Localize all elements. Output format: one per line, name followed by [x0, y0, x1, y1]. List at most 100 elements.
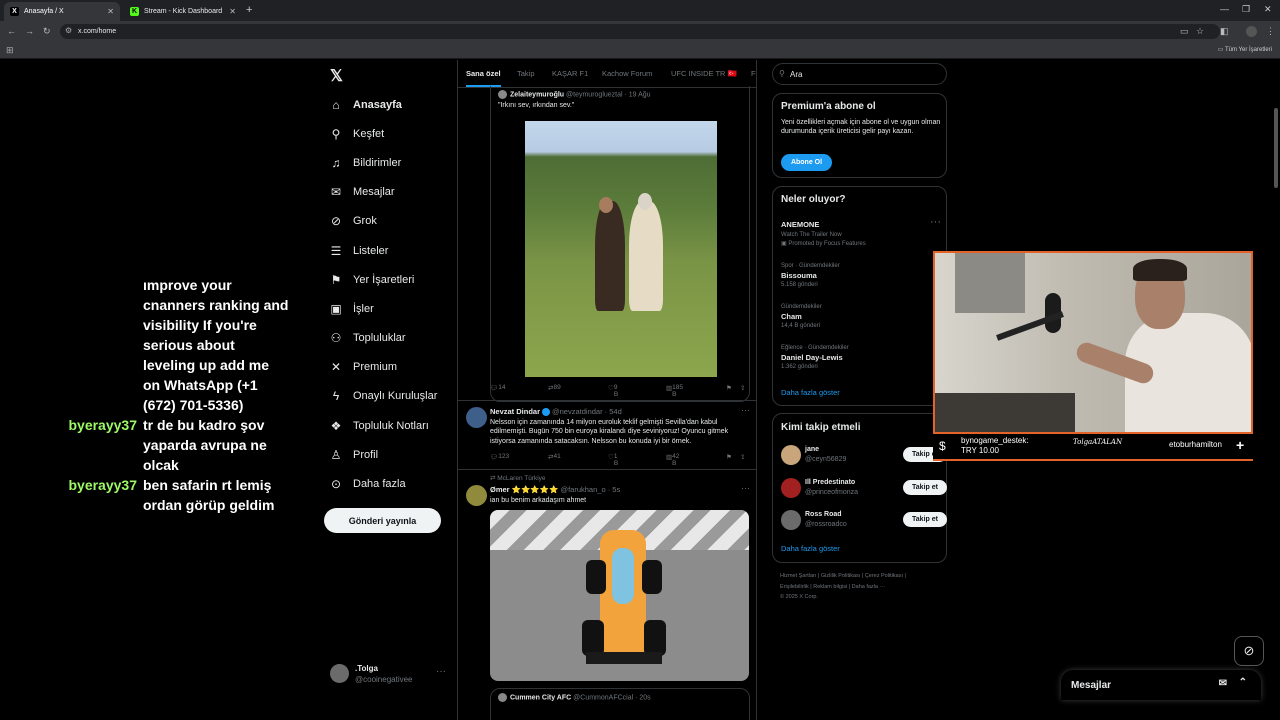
sidebar-item-yer-i-şaretleri[interactable]: ⚑ Yer İşaretleri: [329, 265, 459, 294]
subscribe-button[interactable]: Abone Ol: [781, 154, 832, 171]
address-bar[interactable]: ⚙ x.com/home: [60, 24, 1220, 39]
scrollbar-thumb[interactable]: [1274, 108, 1278, 188]
trend-item[interactable]: Spor · Gündemdekiler Bissouma 5.158 gönd…: [781, 263, 941, 288]
sidebar-item-grok[interactable]: ⊘ Grok: [329, 207, 459, 236]
all-bookmarks[interactable]: ▭ Tüm Yer İşaretleri: [1218, 46, 1272, 53]
repost-button[interactable]: ⇄ 41: [548, 453, 561, 461]
chevron-up-icon[interactable]: ⌃: [1239, 677, 1247, 688]
sidebar-item-mesajlar[interactable]: ✉ Mesajlar: [329, 178, 459, 207]
repost-button[interactable]: ⇄ 89: [548, 384, 561, 392]
footer-link[interactable]: Gizlilik Politikası: [821, 573, 860, 579]
sidebar-item-premium[interactable]: ✕ Premium: [329, 353, 459, 382]
views-button[interactable]: ▥ 42 B: [666, 453, 679, 467]
avatar[interactable]: [466, 485, 487, 506]
views-button[interactable]: ▥ 185 B: [666, 384, 683, 398]
minimize-icon[interactable]: —: [1220, 4, 1229, 14]
tab-list[interactable]: Fo: [751, 69, 756, 78]
sidebar-item-label: Keşfet: [353, 127, 385, 140]
trend-item[interactable]: ANEMONE Watch The Trailer Now ▣ Promoted…: [781, 216, 941, 247]
cast-icon[interactable]: ▭: [1180, 26, 1189, 37]
tab-list[interactable]: Kachow Forum: [602, 69, 652, 78]
star-icon[interactable]: ☆: [1196, 26, 1204, 37]
site-info-icon[interactable]: ⚙: [65, 26, 72, 35]
footer-link[interactable]: Daha fazla ···: [852, 584, 885, 590]
maximize-icon[interactable]: ❐: [1242, 4, 1250, 15]
search-input[interactable]: ⚲ Ara: [772, 63, 947, 85]
menu-dots-icon[interactable]: ⋮: [1266, 26, 1275, 37]
donation-amount: TRY 10.00: [961, 446, 999, 455]
promoted-label: ▣ Promoted by Focus Features: [781, 241, 866, 247]
trend-item[interactable]: Gündemdekiler Cham 14,4 B gönderi: [781, 304, 941, 329]
sidebar-icon[interactable]: ◧: [1220, 26, 1229, 37]
feed-tabs: Sana özel Takip KAŞAR F1 Kachow Forum UF…: [458, 60, 756, 88]
person-hair: [1133, 259, 1187, 281]
bookmark-icon[interactable]: ⚑: [726, 453, 732, 461]
sidebar-item-i-şler[interactable]: ▣ İşler: [329, 294, 459, 323]
post-image[interactable]: [490, 510, 749, 681]
donor-name: bynogame_destek:: [961, 436, 1029, 445]
scrollbar[interactable]: [1272, 60, 1280, 700]
follow-suggestion[interactable]: jane @ceyn56829 Takip et: [781, 444, 947, 466]
reload-icon[interactable]: ↻: [43, 26, 51, 37]
quoted-post[interactable]: Zelaiteymuroğlu @teymuroglueztal · 19 Ağ…: [490, 86, 750, 402]
notes-icon: ❖: [330, 418, 342, 433]
forward-icon[interactable]: →: [25, 26, 34, 36]
close-tab-icon[interactable]: ✕: [107, 7, 114, 16]
more-dots-icon[interactable]: ···: [741, 405, 750, 415]
account-switcher[interactable]: .Tolga @cooinegativee ···: [330, 662, 450, 686]
grok-float-icon[interactable]: ⊘: [1234, 636, 1264, 666]
sidebar-item-profil[interactable]: ♙ Profil: [329, 440, 459, 469]
back-icon[interactable]: ←: [7, 26, 16, 36]
close-window-icon[interactable]: ✕: [1264, 4, 1272, 15]
share-icon[interactable]: ⇪: [740, 384, 745, 392]
sidebar-item-topluluk-notları[interactable]: ❖ Topluluk Notları: [329, 411, 459, 440]
x-premium-icon: ✕: [330, 360, 342, 375]
sidebar-item-anasayfa[interactable]: ⌂ Anasayfa: [329, 90, 459, 119]
share-icon[interactable]: ⇪: [740, 453, 745, 461]
x-logo-icon[interactable]: 𝕏: [330, 66, 343, 86]
like-button[interactable]: ♡ 9 B: [608, 384, 618, 398]
show-more-link[interactable]: Daha fazla göster: [781, 544, 840, 553]
trend-item[interactable]: Eğlence · Gündemdekiler Daniel Day-Lewis…: [781, 345, 941, 370]
sidebar-item-bildirimler[interactable]: ♫ Bildirimler: [329, 148, 459, 177]
sidebar-item-topluluklar[interactable]: ⚇ Topluluklar: [329, 324, 459, 353]
sidebar-item-listeler[interactable]: ☰ Listeler: [329, 236, 459, 265]
avatar[interactable]: [466, 407, 487, 428]
post-button[interactable]: Gönderi yayınla: [324, 508, 441, 533]
new-message-icon[interactable]: ✉: [1219, 678, 1227, 689]
reply-button[interactable]: 💬︎ 123: [490, 453, 509, 461]
tab-list[interactable]: UFC INSIDE TR 🇹🇷: [671, 69, 737, 78]
reply-button[interactable]: 💬︎ 14: [490, 384, 506, 392]
post-image[interactable]: [525, 121, 717, 377]
sidebar-item-daha-fazla[interactable]: ⊙ Daha fazla: [329, 469, 459, 498]
sidebar-item-keşfet[interactable]: ⚲ Keşfet: [329, 119, 459, 148]
search-icon: ⚲: [331, 126, 341, 141]
profile-avatar-icon[interactable]: [1246, 26, 1257, 37]
follow-button[interactable]: Takip et: [903, 480, 947, 495]
tab-list[interactable]: KAŞAR F1: [552, 69, 588, 78]
sidebar-item-onaylı-kuruluşlar[interactable]: ϟ Onaylı Kuruluşlar: [329, 382, 459, 411]
bookmark-icon[interactable]: ⚑: [726, 384, 732, 392]
follow-suggestion[interactable]: Ill Predestinato @princeofmonza Takip et: [781, 477, 947, 499]
more-dots-icon[interactable]: ···: [436, 666, 446, 677]
follow-button[interactable]: Takip et: [903, 512, 947, 527]
show-more-link[interactable]: Daha fazla göster: [781, 388, 840, 397]
close-tab-icon[interactable]: ✕: [229, 7, 236, 16]
footer-link[interactable]: Reklam bilgisi: [813, 584, 847, 590]
browser-tab-kick[interactable]: K Stream - Kick Dashboard ✕: [124, 2, 242, 21]
tab-following[interactable]: Takip: [517, 69, 535, 78]
sidebar-item-label: İşler: [353, 302, 374, 315]
apps-grid-icon[interactable]: ⊞: [6, 45, 14, 56]
footer-link[interactable]: Erişilebilirlik: [780, 584, 809, 590]
browser-tab-x[interactable]: X Anasayfa / X ✕: [4, 2, 120, 21]
quoted-post[interactable]: Cummen City AFC @CummonAFCcial · 20s: [490, 688, 750, 720]
more-dots-icon[interactable]: ···: [741, 483, 750, 493]
new-tab-icon[interactable]: +: [246, 4, 252, 16]
more-dots-icon[interactable]: ···: [930, 216, 941, 228]
follow-suggestion[interactable]: Ross Road @rossroadco Takip et: [781, 509, 947, 531]
footer-link[interactable]: Hizmet Şartları: [780, 573, 816, 579]
footer-link[interactable]: Çerez Politikası: [865, 573, 903, 579]
tab-for-you[interactable]: Sana özel: [466, 69, 501, 87]
like-button[interactable]: ♡ 1 B: [608, 453, 618, 467]
messages-drawer[interactable]: Mesajlar ✉ ⌃: [1061, 670, 1261, 700]
